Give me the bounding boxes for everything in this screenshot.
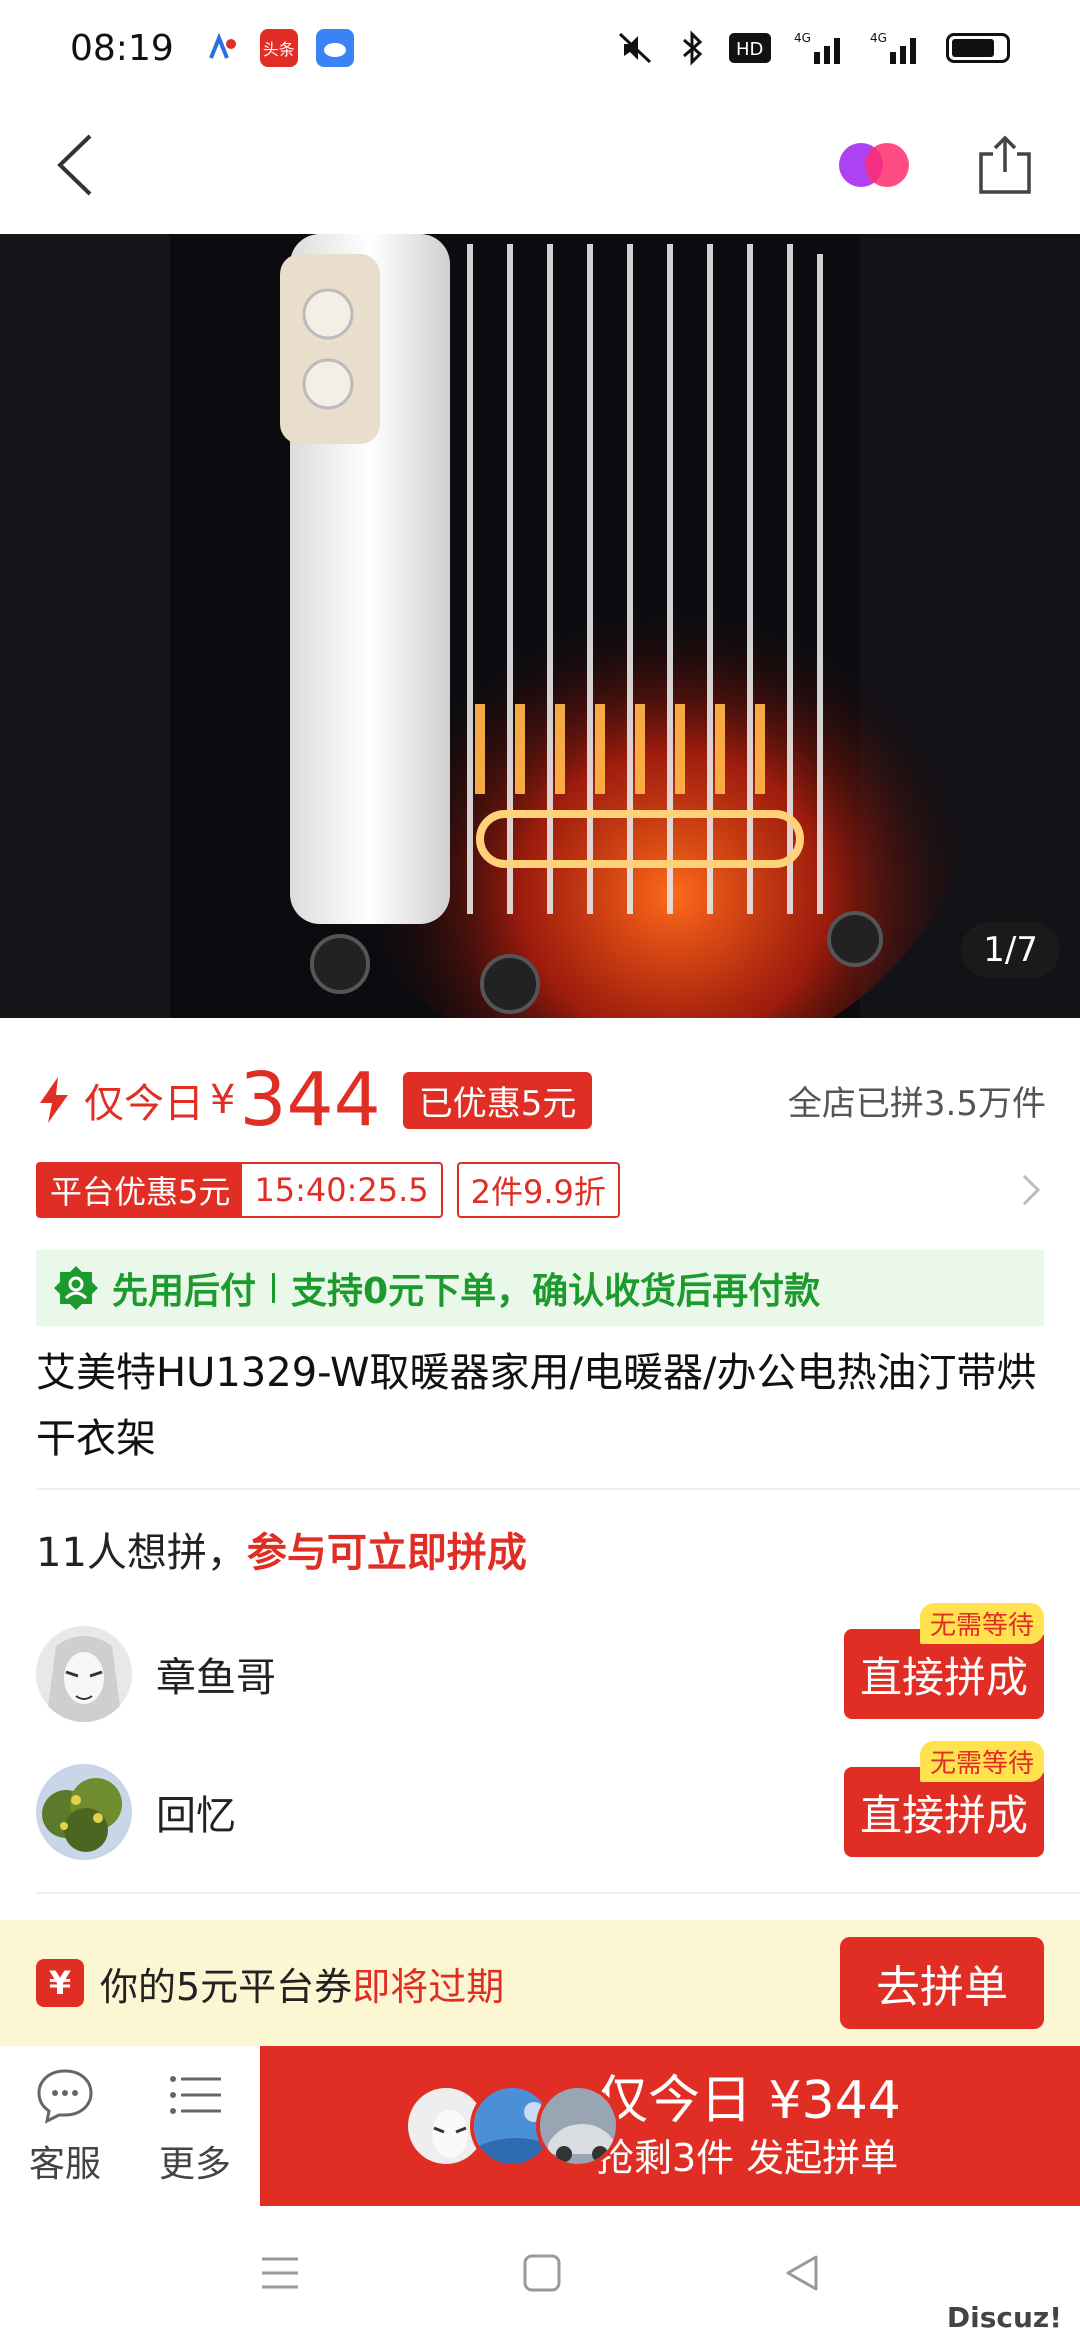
- countdown-timer: 15:40:25.5: [254, 1171, 429, 1209]
- want-count: 11人想拼，: [36, 1530, 247, 1576]
- want-highlight: 参与可立即拼成: [246, 1530, 527, 1576]
- promo-row[interactable]: 平台优惠5元 15:40:25.5 2件9.9折: [36, 1160, 1046, 1220]
- start-group-buy-button[interactable]: 仅今日 ¥344 抢剩3件 发起拼单: [260, 2046, 1080, 2206]
- coupon-expiring-text: 即将过期: [352, 1964, 505, 2009]
- battery-icon: [946, 33, 1010, 63]
- pay-later-badge-icon: [54, 1266, 98, 1310]
- group-want-line: 11人想拼，参与可立即拼成: [36, 1520, 527, 1578]
- back-triangle-icon[interactable]: [782, 2253, 822, 2293]
- share-icon[interactable]: [975, 132, 1035, 196]
- lightning-icon: [40, 1077, 68, 1123]
- bottom-action-bar: 客服 更多 仅今日 ¥344 抢剩3件 发起拼单: [0, 2046, 1080, 2206]
- customer-service-label: 客服: [28, 2144, 101, 2185]
- hd-icon: HD: [729, 33, 771, 63]
- join-group-wrapper: 直接拼成 无需等待: [843, 1603, 1044, 1719]
- toutiao-app-icon: 头条: [259, 29, 298, 67]
- avatar: [36, 1764, 132, 1860]
- go-group-buy-button[interactable]: 去拼单: [840, 1937, 1044, 2029]
- join-group-wrapper: 直接拼成 无需等待: [843, 1741, 1044, 1857]
- more-label: 更多: [158, 2144, 231, 2185]
- buy-sub-text: 抢剩3件 发起拼单: [596, 2136, 899, 2180]
- pay-later-banner[interactable]: 先用后付 支持0元下单，确认收货后再付款: [36, 1250, 1044, 1326]
- multi-buy-discount-tag: 2件9.9折: [456, 1162, 620, 1218]
- status-indicators: HD 4G 4G: [616, 30, 1010, 66]
- product-image[interactable]: 1/7: [0, 234, 1080, 1018]
- group-member-name: 回忆: [156, 1793, 236, 1839]
- buyer-avatars: [404, 2084, 620, 2168]
- status-time: 08:19: [70, 27, 174, 69]
- customer-service-button[interactable]: 客服: [0, 2046, 130, 2206]
- today-only-label: 仅今日: [84, 1081, 204, 1127]
- heater-illustration: [0, 234, 1080, 1018]
- svg-text:4G: 4G: [794, 31, 811, 45]
- system-navigation-bar: [0, 2206, 1080, 2340]
- chevron-right-icon[interactable]: [1016, 1170, 1046, 1210]
- svg-text:HD: HD: [736, 39, 763, 60]
- mute-icon: [618, 32, 652, 64]
- section-divider: [36, 1892, 1080, 1894]
- section-divider: [36, 1488, 1080, 1490]
- top-nav: [0, 96, 1080, 234]
- back-arrow-icon[interactable]: [50, 130, 110, 200]
- buy-button-texts: 仅今日 ¥344 抢剩3件 发起拼单: [596, 2069, 901, 2183]
- signal-4g-icon: 4G: [870, 31, 916, 64]
- pay-later-title: 先用后付: [112, 1271, 257, 1312]
- avatar: [36, 1626, 132, 1722]
- avatar: [536, 2084, 620, 2168]
- no-wait-badge: 无需等待: [919, 1741, 1044, 1782]
- divider: [272, 1273, 276, 1303]
- pinduoduo-logo-icon[interactable]: [835, 140, 915, 190]
- price-row: 仅今日 ¥ 344 已优惠5元 全店已拼3.5万件: [36, 1050, 1046, 1150]
- menu-icon[interactable]: [258, 2253, 302, 2293]
- cloud-app-icon: [315, 29, 354, 67]
- group-member-name: 章鱼哥: [156, 1655, 276, 1701]
- svg-text:4G: 4G: [870, 31, 887, 45]
- list-menu-icon: [170, 2076, 221, 2114]
- unionpay-app-icon: [203, 29, 242, 67]
- group-buy-count: 全店已拼3.5万件: [787, 1083, 1046, 1124]
- currency-symbol: ¥: [210, 1077, 236, 1123]
- image-page-indicator: 1/7: [961, 922, 1060, 978]
- product-title: 艾美特HU1329-W取暖器家用/电暖器/办公电热油汀带烘干衣架: [36, 1350, 1037, 1462]
- status-app-icons: 头条: [203, 29, 354, 67]
- platform-discount-label: 平台优惠5元: [38, 1164, 243, 1216]
- coupon-text: 你的5元平台券: [100, 1964, 353, 2009]
- home-icon[interactable]: [522, 2253, 562, 2293]
- platform-discount-tag: 平台优惠5元 15:40:25.5: [36, 1162, 443, 1218]
- price-amount: 344: [239, 1057, 381, 1143]
- discount-tag: 已优惠5元: [402, 1071, 593, 1129]
- watermark: Discuz!: [946, 2301, 1062, 2334]
- more-button[interactable]: 更多: [130, 2046, 260, 2206]
- status-bar: 08:19 头条 HD 4G 4G: [0, 0, 1080, 96]
- signal-4g-icon: 4G: [794, 31, 840, 64]
- group-row: 章鱼哥 直接拼成 无需等待: [36, 1603, 1044, 1724]
- bluetooth-icon: [683, 30, 703, 66]
- no-wait-badge: 无需等待: [919, 1603, 1044, 1644]
- coupon-yen-icon: ¥: [36, 1959, 84, 2007]
- chat-bubble-icon: [37, 2069, 93, 2124]
- buy-main-text: 仅今日 ¥344: [596, 2071, 901, 2131]
- coupon-expiry-bar: ¥ 你的5元平台券 即将过期 去拼单: [0, 1920, 1080, 2046]
- pay-later-description: 支持0元下单，确认收货后再付款: [291, 1271, 821, 1312]
- group-row: 回忆 直接拼成 无需等待: [36, 1741, 1044, 1862]
